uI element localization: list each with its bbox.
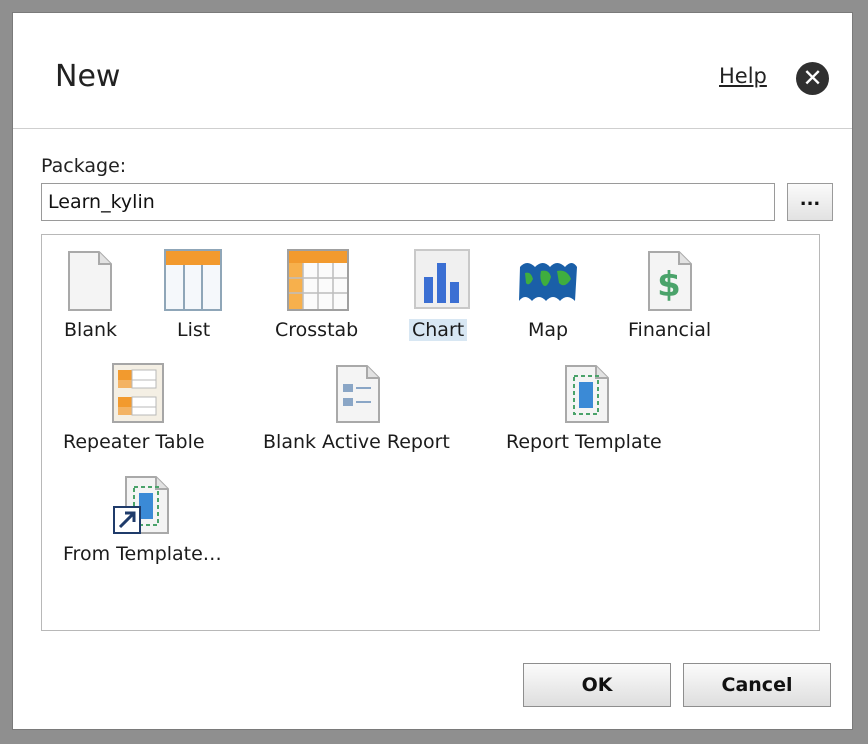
crosstab-icon — [287, 249, 349, 311]
item-financial[interactable]: $ Financial — [625, 235, 735, 345]
bar-chart-icon — [414, 249, 470, 309]
item-label: Financial — [628, 319, 712, 341]
cancel-button[interactable]: Cancel — [683, 663, 831, 707]
item-label: From Template… — [63, 543, 222, 565]
item-label: Repeater Table — [63, 431, 205, 453]
item-label: Blank Active Report — [263, 431, 450, 453]
help-link[interactable]: Help — [719, 64, 767, 88]
item-map[interactable]: Map — [512, 235, 602, 345]
item-blank[interactable]: Blank — [42, 235, 142, 345]
item-blank-active-report[interactable]: Blank Active Report — [257, 359, 467, 459]
package-label: Package: — [41, 155, 127, 177]
new-dialog: New Help ✕ Package: ... Blank List — [12, 12, 853, 730]
item-from-template[interactable]: From Template… — [42, 471, 242, 571]
item-label: Crosstab — [275, 319, 359, 341]
dialog-title: New — [55, 59, 121, 94]
report-type-panel: Blank List Crosstab Chart Map $ Financia… — [41, 234, 820, 631]
list-table-icon — [164, 249, 222, 311]
item-crosstab[interactable]: Crosstab — [267, 235, 377, 345]
item-label: Blank — [64, 319, 118, 341]
browse-package-button[interactable]: ... — [787, 183, 833, 221]
package-input[interactable] — [41, 183, 775, 221]
item-chart[interactable]: Chart — [404, 235, 494, 345]
dialog-header: New Help ✕ — [13, 13, 852, 129]
item-label: Chart — [409, 319, 468, 341]
close-icon[interactable]: ✕ — [796, 62, 829, 95]
item-label: List — [177, 319, 211, 341]
item-repeater-table[interactable]: Repeater Table — [42, 359, 222, 459]
map-icon — [519, 263, 577, 301]
financial-icon: $ — [648, 251, 692, 311]
active-report-icon — [336, 365, 380, 423]
item-list[interactable]: List — [152, 235, 252, 345]
item-label: Map — [528, 319, 569, 341]
report-template-icon — [565, 365, 609, 423]
ok-button[interactable]: OK — [523, 663, 671, 707]
item-report-template[interactable]: Report Template — [500, 359, 690, 459]
blank-page-icon — [68, 251, 112, 311]
svg-text:$: $ — [657, 265, 681, 305]
item-label: Report Template — [506, 431, 662, 453]
repeater-table-icon — [112, 363, 164, 423]
from-template-icon — [113, 476, 169, 534]
